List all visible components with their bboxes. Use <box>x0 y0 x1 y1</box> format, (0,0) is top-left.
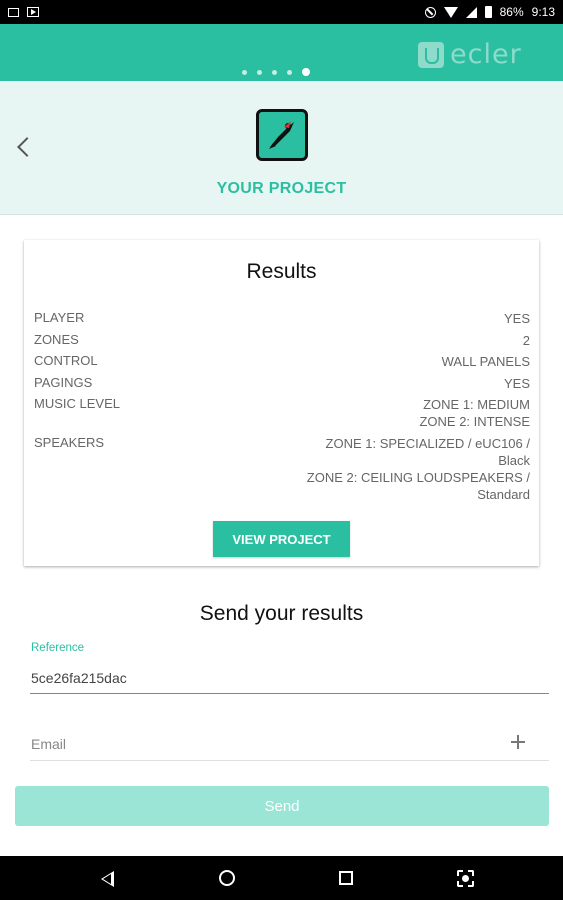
results-card: Results PLAYER YES ZONES 2 CONTROL WALL PANEL… <box>24 240 539 566</box>
status-left <box>8 7 39 17</box>
results-table: PLAYER YES ZONES 2 CONTROL WALL PANELS PAGINGS… <box>34 310 530 507</box>
nav-home-icon[interactable] <box>219 870 235 886</box>
navigation-bar <box>0 856 563 900</box>
screenshot-icon[interactable] <box>457 870 474 887</box>
email-underline <box>30 760 549 761</box>
step-dot <box>242 69 247 75</box>
reference-input[interactable] <box>30 662 549 694</box>
result-label: MUSIC LEVEL <box>34 396 120 411</box>
result-value: 2 <box>522 332 530 348</box>
result-label: PAGINGS <box>34 374 93 390</box>
result-value: ZONE 1: SPECIALIZED / eUC106 / Black ZON… <box>306 435 530 502</box>
result-row: CONTROL WALL PANELS <box>34 353 530 370</box>
result-row: PAGINGS YES <box>34 375 530 392</box>
photo-notification-icon <box>8 7 19 17</box>
project-banner: YOUR PROJECT <box>0 81 563 215</box>
results-title: Results <box>246 260 317 283</box>
do-not-disturb-icon <box>424 6 436 18</box>
step-dot-active <box>302 68 310 76</box>
send-button[interactable]: Send <box>15 786 549 826</box>
send-results-title: Send your results <box>199 602 364 625</box>
flying-superhero-icon <box>256 109 308 161</box>
nav-recents-icon[interactable] <box>339 871 353 885</box>
status-right: 86% 9:13 <box>424 5 555 19</box>
play-store-notification-icon <box>27 7 39 17</box>
step-dot <box>257 69 262 75</box>
result-row: ZONES 2 <box>34 332 530 349</box>
ecler-logo-icon <box>418 41 444 68</box>
ecler-logo: ecler <box>418 39 522 70</box>
result-value: ZONE 1: MEDIUM ZONE 2: INTENSE <box>419 397 530 429</box>
result-row: MUSIC LEVEL ZONE 1: MEDIUM ZONE 2: INTENS… <box>34 396 530 430</box>
clock: 9:13 <box>531 5 555 19</box>
result-label: CONTROL <box>34 353 98 368</box>
result-value: YES <box>503 311 530 326</box>
back-button[interactable] <box>14 131 40 163</box>
battery-percent: 86% <box>499 5 524 19</box>
nav-back-icon[interactable] <box>101 871 114 887</box>
status-bar: 86% 9:13 <box>0 0 563 24</box>
app-header: ecler <box>0 24 563 81</box>
project-title: YOUR PROJECT <box>216 180 347 197</box>
ecler-logo-text: ecler <box>450 39 522 70</box>
result-label: PLAYER <box>34 310 85 325</box>
result-label: ZONES <box>34 331 79 347</box>
result-value: WALL PANELS <box>441 354 530 369</box>
step-indicator <box>242 68 310 76</box>
step-dot <box>272 69 277 75</box>
wifi-icon <box>443 6 458 18</box>
reference-label: Reference <box>31 642 85 654</box>
chevron-left-icon <box>17 137 37 157</box>
battery-icon <box>484 6 492 18</box>
result-row: SPEAKERS ZONE 1: SPECIALIZED / eUC106 / B… <box>34 435 530 503</box>
add-email-button[interactable] <box>508 732 528 752</box>
result-row: PLAYER YES <box>34 310 530 327</box>
result-value: YES <box>503 375 530 391</box>
cell-signal-icon <box>465 6 477 18</box>
plus-icon <box>508 732 528 752</box>
result-label: SPEAKERS <box>34 434 105 450</box>
step-dot <box>287 69 292 75</box>
view-project-button[interactable]: VIEW PROJECT <box>213 521 350 557</box>
email-input[interactable] <box>30 727 520 761</box>
